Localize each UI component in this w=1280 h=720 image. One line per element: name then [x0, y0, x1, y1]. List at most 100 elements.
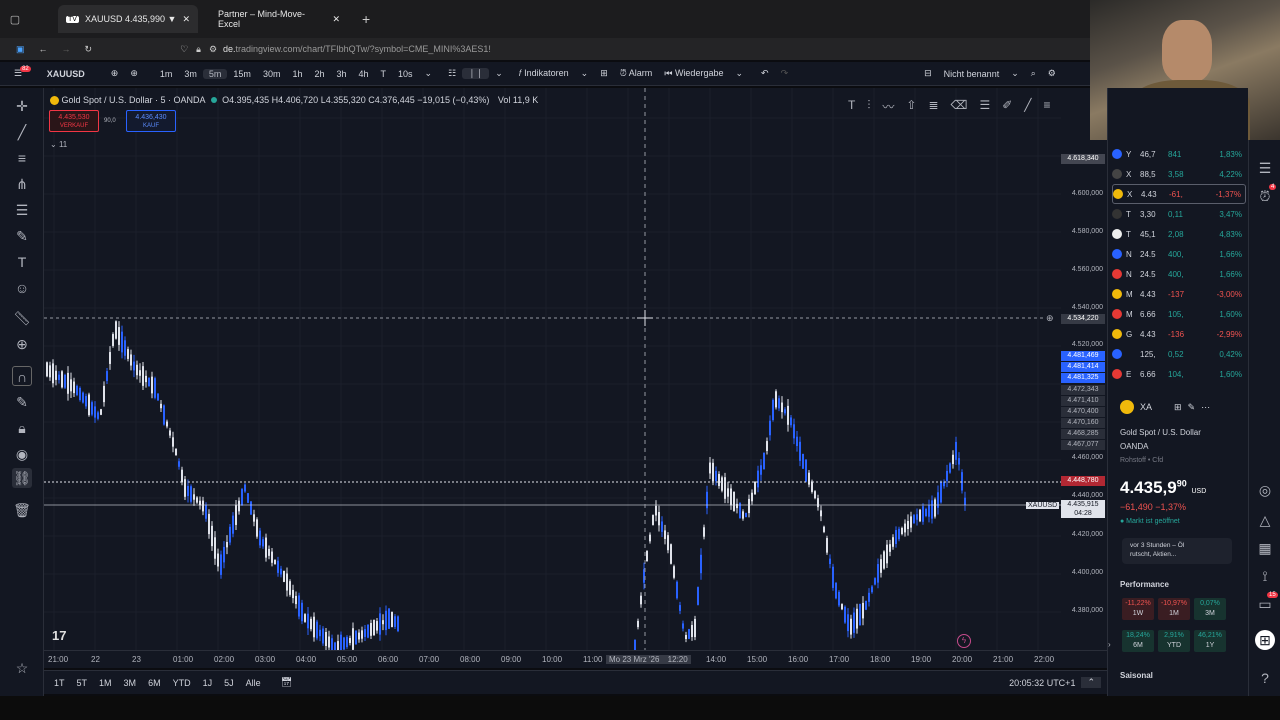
- target-icon[interactable]: ◎: [1255, 480, 1275, 500]
- apps-icon[interactable]: ⊞: [1255, 630, 1275, 650]
- sidebar-toggle-icon[interactable]: ▢: [0, 13, 30, 26]
- chart-type-dropdown-icon[interactable]: ⌄: [489, 68, 509, 79]
- settings-icon[interactable]: ⚙: [1042, 68, 1062, 79]
- text-icon[interactable]: T: [848, 98, 855, 116]
- workspace-icon[interactable]: ▣: [16, 44, 25, 55]
- range-6m[interactable]: 6M: [142, 678, 167, 688]
- range-5y[interactable]: 5J: [218, 678, 240, 688]
- site-info-icon[interactable]: ⚙: [209, 44, 217, 55]
- watchlist-row[interactable]: T 45,1 2,08 4,83%: [1112, 224, 1246, 244]
- interval-2h[interactable]: 2h: [308, 69, 330, 79]
- buy-button[interactable]: 4.436,430 KAUF: [126, 110, 176, 132]
- interval-15m[interactable]: 15m: [227, 69, 257, 79]
- go-to-date-icon[interactable]: 📅︎: [275, 677, 298, 688]
- crosshair-cursor-icon[interactable]: ✛: [12, 96, 32, 116]
- zoom-in-icon[interactable]: ⊕: [12, 334, 32, 354]
- horizontal-lines-icon[interactable]: ≡: [12, 148, 32, 168]
- symbol-search-button[interactable]: XAUUSD: [41, 69, 91, 79]
- range-1m[interactable]: 1M: [93, 678, 118, 688]
- edit-icon[interactable]: ✎: [1188, 402, 1196, 413]
- calendar-icon[interactable]: ▦: [1255, 538, 1275, 558]
- interval-3m[interactable]: 3m: [178, 69, 203, 79]
- range-1d[interactable]: 1T: [48, 678, 71, 688]
- close-tab-icon[interactable]: ✕: [332, 14, 340, 25]
- watchlist-row[interactable]: Y 46,7 841 1,83%: [1112, 144, 1246, 164]
- watchlist-row[interactable]: M 6.66 105, 1,60%: [1112, 304, 1246, 324]
- reload-icon[interactable]: ↻: [85, 44, 93, 55]
- browser-tab-active[interactable]: TV XAUUSD 4.435,990 ▼ −1,37% N ✕: [58, 5, 198, 33]
- indicators-dropdown-icon[interactable]: ⌄: [575, 68, 595, 79]
- line-icon[interactable]: ╱: [1024, 98, 1031, 116]
- watchlist-icon[interactable]: ☰: [1255, 158, 1275, 178]
- detail-symbol[interactable]: XA: [1140, 402, 1152, 412]
- lock-drawings-icon[interactable]: 🔒︎: [12, 418, 32, 438]
- range-all[interactable]: Alle: [240, 678, 267, 688]
- range-3m[interactable]: 3M: [118, 678, 143, 688]
- pitchfork-icon[interactable]: ⋔: [12, 174, 32, 194]
- sell-button[interactable]: 4.435,530 VERKAUF: [49, 110, 99, 132]
- replay-dropdown-icon[interactable]: ⌄: [729, 68, 749, 79]
- range-5d[interactable]: 5T: [71, 678, 94, 688]
- back-icon[interactable]: ←: [39, 44, 48, 54]
- hide-drawings-icon[interactable]: ◉: [12, 444, 32, 464]
- interval-30m[interactable]: 30m: [257, 69, 287, 79]
- redo-icon[interactable]: ↷: [775, 68, 795, 79]
- panel-expand-icon[interactable]: ›: [1108, 640, 1111, 649]
- new-tab-icon[interactable]: +: [362, 11, 370, 27]
- collapse-panel-icon[interactable]: ⌃: [1081, 677, 1101, 688]
- signal-icon[interactable]: ⟟: [1255, 566, 1275, 586]
- trend-line-icon[interactable]: ╱: [12, 122, 32, 142]
- crosshair-add-icon[interactable]: ⊕: [1046, 313, 1054, 324]
- watchlist-row[interactable]: G 4.43 -136 -2,99%: [1112, 324, 1246, 344]
- watchlist-row[interactable]: N 24.5 400, 1,66%: [1112, 264, 1246, 284]
- arrow-up-icon[interactable]: ⇧: [906, 98, 916, 116]
- layout-dropdown-icon[interactable]: ⌄: [1005, 68, 1025, 79]
- eraser-icon[interactable]: ⌫: [951, 98, 968, 116]
- link-icon[interactable]: ⛓: [12, 468, 32, 488]
- news-card[interactable]: vor 3 Stunden – Öl rutscht, Aktien...: [1122, 538, 1232, 564]
- alert-button[interactable]: ⏰︎ Alarm: [614, 68, 659, 79]
- symbol-title[interactable]: Gold Spot / U.S. Dollar · 5 · OANDA: [62, 95, 206, 105]
- range-1y[interactable]: 1J: [197, 678, 219, 688]
- interval-1h[interactable]: 1h: [286, 69, 308, 79]
- time-scale[interactable]: 21:00 22 23 01:00 02:00 03:00 04:00 05:00 06:00 0…: [44, 650, 1107, 668]
- candles-icon[interactable]: ❘❘: [462, 68, 490, 79]
- close-tab-icon[interactable]: ✕: [182, 14, 190, 25]
- watchlist-row[interactable]: E 6.66 104, 1,60%: [1112, 364, 1246, 384]
- list-icon[interactable]: ☰: [979, 98, 990, 116]
- ruler-icon[interactable]: 📏︎: [12, 308, 32, 328]
- forward-icon[interactable]: →: [62, 44, 71, 54]
- text-tool-icon[interactable]: T: [12, 252, 32, 272]
- interval-3h[interactable]: 3h: [330, 69, 352, 79]
- emoji-icon[interactable]: ☺: [12, 278, 32, 298]
- add-symbol-icon[interactable]: ⊕: [124, 68, 144, 79]
- clock-timezone[interactable]: 20:05:32 UTC+1: [1003, 678, 1081, 688]
- layout-icon[interactable]: ⊟: [918, 68, 938, 79]
- undo-icon[interactable]: ↶: [755, 68, 775, 79]
- interval-4h[interactable]: 4h: [353, 69, 375, 79]
- watchlist-row[interactable]: X 4.43 -61, -1,37%: [1112, 184, 1246, 204]
- watchlist-row[interactable]: M 4.43 -137 -3,00%: [1112, 284, 1246, 304]
- interval-5m[interactable]: 5m: [202, 68, 228, 79]
- help-icon[interactable]: ?: [1255, 668, 1275, 688]
- interval-1m[interactable]: 1m: [154, 69, 179, 79]
- more-options-icon[interactable]: ⋯: [1201, 402, 1210, 413]
- search-icon[interactable]: ⌕: [1025, 68, 1042, 79]
- trash-icon[interactable]: 🗑︎: [12, 500, 32, 520]
- wave-icon[interactable]: 〰: [882, 98, 894, 116]
- templates-icon[interactable]: ⊞: [594, 68, 614, 79]
- brush-icon[interactable]: ✎: [12, 226, 32, 246]
- watchlist-row[interactable]: T 3,30 0,11 3,47%: [1112, 204, 1246, 224]
- price-scale[interactable]: 4.618,340 4.600,000 4.580,000 4.560,000 …: [1061, 88, 1107, 650]
- stay-in-drawing-icon[interactable]: ✎: [12, 392, 32, 412]
- watchlist-row[interactable]: X 88,5 3,58 4,22%: [1112, 164, 1246, 184]
- magnet-icon[interactable]: ∩: [12, 366, 32, 386]
- interval-10s[interactable]: 10s: [392, 69, 419, 79]
- fib-retracement-icon[interactable]: ☰: [12, 200, 32, 220]
- favorites-star-icon[interactable]: ☆: [12, 658, 32, 678]
- indicators-button[interactable]: 𝑓 Indikatoren: [513, 68, 575, 79]
- interval-1d[interactable]: T: [375, 69, 393, 79]
- lightning-icon[interactable]: ϟ: [957, 634, 971, 648]
- chart-pane[interactable]: [44, 88, 1061, 650]
- bar-style-icon[interactable]: ☷: [442, 68, 462, 79]
